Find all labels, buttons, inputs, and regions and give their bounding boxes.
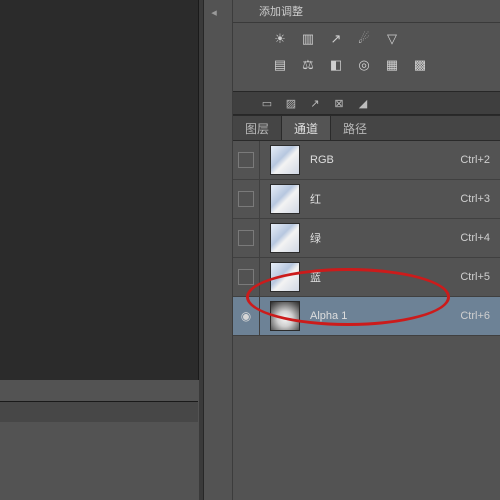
channel-blue[interactable]: 蓝 Ctrl+5	[233, 258, 500, 297]
tab-layers[interactable]: 图层	[233, 116, 281, 140]
panel-tabs: 图层 通道 路径	[233, 115, 500, 141]
strip-icon-4[interactable]: ⊠	[329, 95, 349, 111]
thumb-alpha-1	[270, 301, 300, 331]
thumb-red	[270, 184, 300, 214]
color-balance-icon[interactable]: ⚖	[297, 55, 319, 75]
exposure-icon[interactable]: ☄	[353, 29, 375, 49]
thumb-blue	[270, 262, 300, 292]
tab-paths[interactable]: 路径	[331, 116, 379, 140]
panel-divider[interactable]	[199, 0, 204, 500]
tab-channels[interactable]: 通道	[281, 116, 331, 140]
name-blue: 蓝	[310, 269, 460, 285]
channel-red[interactable]: 红 Ctrl+3	[233, 180, 500, 219]
brightness-icon[interactable]: ☀	[269, 29, 291, 49]
strip-icon-2[interactable]: ▨	[281, 95, 301, 111]
name-rgb: RGB	[310, 154, 460, 166]
right-panel-stack: 添加调整 ☀ ▥ ↗ ☄ ▽ ▤ ⚖ ◧ ◎ ▦ ▩ ▭ ▨ ↗ ⊠ ◢ 图层 …	[232, 0, 500, 500]
adjustments-header: 添加调整	[233, 0, 500, 23]
channel-mixer-icon[interactable]: ▦	[381, 55, 403, 75]
thumb-green	[270, 223, 300, 253]
visibility-rgb[interactable]	[233, 141, 260, 179]
visibility-blue[interactable]	[233, 258, 260, 296]
visibility-green[interactable]	[233, 219, 260, 257]
shortcut-blue: Ctrl+5	[460, 271, 490, 283]
shortcut-red: Ctrl+3	[460, 193, 490, 205]
channel-rgb[interactable]: RGB Ctrl+2	[233, 141, 500, 180]
curves-icon[interactable]: ↗	[325, 29, 347, 49]
name-green: 绿	[310, 230, 460, 246]
channel-alpha-1[interactable]: ◉ Alpha 1 Ctrl+6	[233, 297, 500, 336]
hue-sat-icon[interactable]: ▤	[269, 55, 291, 75]
visibility-alpha-1[interactable]: ◉	[233, 297, 260, 335]
strip-icon-1[interactable]: ▭	[257, 95, 277, 111]
eye-icon: ◉	[241, 309, 251, 323]
channels-list: RGB Ctrl+2 红 Ctrl+3 绿 Ctrl+4 蓝 Ctrl+5 ◉ …	[233, 141, 500, 336]
vibrance-icon[interactable]: ▽	[381, 29, 403, 49]
levels-icon[interactable]: ▥	[297, 29, 319, 49]
channel-green[interactable]: 绿 Ctrl+4	[233, 219, 500, 258]
photo-filter-icon[interactable]: ◎	[353, 55, 375, 75]
shortcut-rgb: Ctrl+2	[460, 154, 490, 166]
strip-icon-5[interactable]: ◢	[353, 95, 373, 111]
adjustments-label: 添加调整	[259, 3, 303, 19]
shortcut-alpha-1: Ctrl+6	[460, 310, 490, 322]
canvas-horizontal-scrollbar[interactable]	[0, 401, 198, 422]
collapse-panel-icon[interactable]: ◂	[205, 4, 223, 20]
adjustments-tool-strip: ▭ ▨ ↗ ⊠ ◢	[233, 91, 500, 115]
black-white-icon[interactable]: ◧	[325, 55, 347, 75]
strip-icon-3[interactable]: ↗	[305, 95, 325, 111]
visibility-red[interactable]	[233, 180, 260, 218]
canvas-area[interactable]	[0, 0, 199, 380]
name-red: 红	[310, 191, 460, 207]
shortcut-green: Ctrl+4	[460, 232, 490, 244]
thumb-rgb	[270, 145, 300, 175]
adjustments-presets: ☀ ▥ ↗ ☄ ▽ ▤ ⚖ ◧ ◎ ▦ ▩	[233, 23, 500, 91]
name-alpha-1: Alpha 1	[310, 310, 460, 322]
color-lookup-icon[interactable]: ▩	[409, 55, 431, 75]
